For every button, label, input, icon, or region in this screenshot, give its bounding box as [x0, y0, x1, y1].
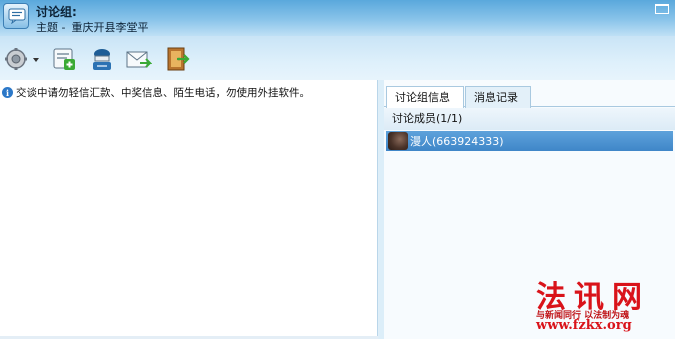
topic-label: 主题 -	[36, 21, 66, 34]
remote-assist-icon[interactable]	[88, 45, 116, 73]
window-title: 讨论组:	[36, 5, 77, 19]
member-name: 漫人(663924333)	[410, 135, 504, 148]
settings-gear-icon[interactable]	[4, 45, 32, 73]
settings-dropdown-arrow-icon[interactable]	[33, 58, 39, 62]
side-panel-tabs: 讨论组信息 消息记录	[384, 83, 675, 108]
topic-line: 主题 - 重庆开县李堂平	[36, 19, 148, 35]
exit-door-icon[interactable]	[163, 45, 191, 73]
security-notice: i 交谈中请勿轻信汇款、中奖信息、陌生电话，勿使用外挂软件。	[2, 85, 310, 100]
member-item[interactable]: 漫人(663924333)	[386, 131, 673, 151]
security-notice-text: 交谈中请勿轻信汇款、中奖信息、陌生电话，勿使用外挂软件。	[16, 87, 310, 99]
email-icon[interactable]	[124, 45, 153, 73]
maximize-icon[interactable]	[655, 4, 669, 14]
watermark-url: www.fzkx.org	[536, 318, 632, 333]
avatar	[388, 132, 408, 150]
tab-message-history[interactable]: 消息记录	[465, 86, 531, 108]
tab-group-info[interactable]: 讨论组信息	[386, 86, 464, 108]
title-bar[interactable]: 讨论组: 主题 - 重庆开县李堂平	[0, 0, 675, 36]
message-area[interactable]: i 交谈中请勿轻信汇款、中奖信息、陌生电话，勿使用外挂软件。	[0, 80, 378, 339]
topic-value: 重庆开县李堂平	[71, 21, 149, 34]
add-contact-icon[interactable]	[50, 45, 78, 73]
toolbar	[0, 36, 675, 80]
info-icon: i	[2, 87, 13, 98]
discussion-group-icon	[3, 3, 29, 29]
site-watermark: 法讯网 与新闻同行 以法制为魂 www.fzkx.org	[532, 268, 672, 338]
members-header: 讨论成员(1/1)	[384, 108, 675, 130]
